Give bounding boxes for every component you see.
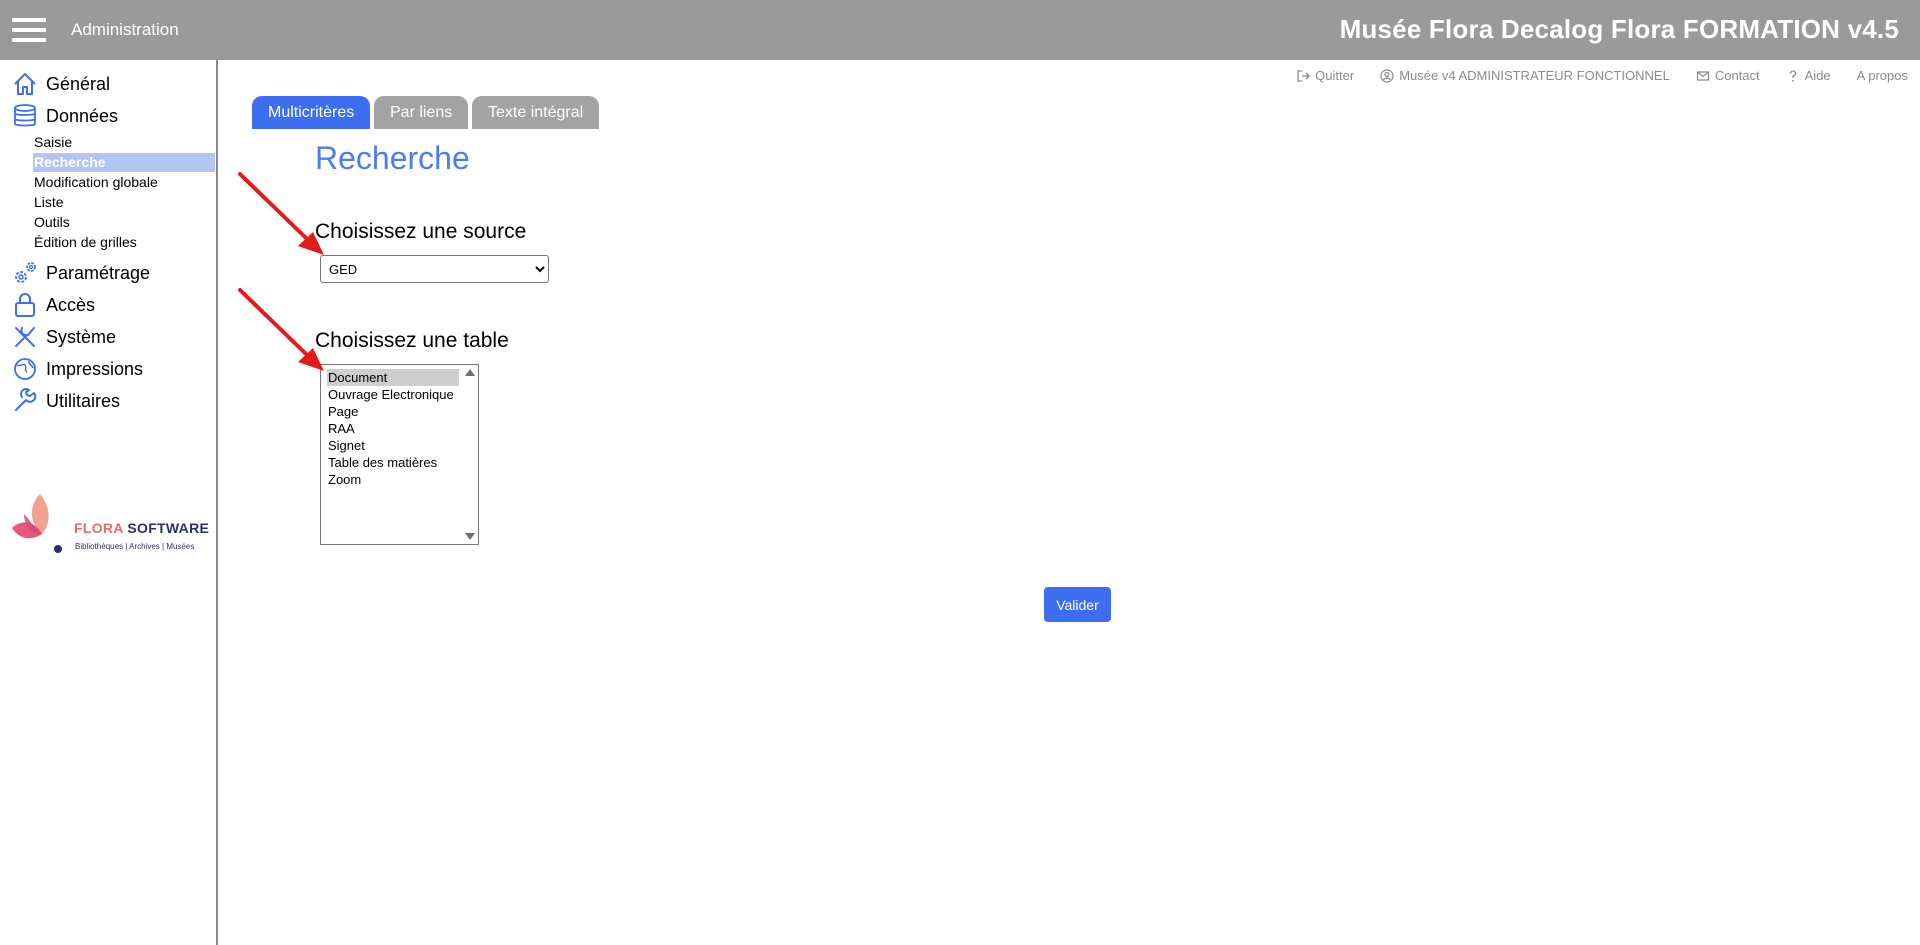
table-label: Choisissez une table bbox=[315, 329, 509, 352]
lock-icon bbox=[15, 293, 35, 317]
sidebar-item-utilitaires[interactable]: Utilitaires bbox=[12, 387, 120, 415]
sidebar-item-general[interactable]: Général bbox=[12, 70, 110, 98]
tab-texte-integral[interactable]: Texte intégral bbox=[472, 96, 600, 129]
sidebar-subitem-liste[interactable]: Liste bbox=[33, 193, 215, 212]
submit-button[interactable]: Valider bbox=[1044, 587, 1111, 622]
scroll-up-arrow-icon[interactable] bbox=[465, 369, 475, 376]
help-icon bbox=[1789, 69, 1796, 82]
app-title: Musée Flora Decalog Flora FORMATION v4.5 bbox=[1339, 14, 1899, 44]
home-icon bbox=[14, 73, 36, 95]
database-icon bbox=[14, 104, 36, 127]
tab-par-liens[interactable]: Par liens bbox=[374, 96, 469, 129]
sidebar-item-label: Utilitaires bbox=[46, 390, 121, 411]
sidebar-item-donnees[interactable]: Données bbox=[12, 102, 118, 130]
sidebar-subitem-edition-grilles[interactable]: Édition de grilles bbox=[33, 233, 215, 252]
user-icon bbox=[1380, 68, 1394, 83]
sidebar-item-label: Données bbox=[46, 105, 119, 126]
user-link[interactable]: Musée v4 ADMINISTRATEUR FONCTIONNEL bbox=[1380, 68, 1670, 83]
source-select[interactable]: GED bbox=[320, 255, 549, 283]
logo-brand: FLORA SOFTWARE bbox=[74, 520, 210, 536]
table-option-signet[interactable]: Signet bbox=[327, 437, 459, 454]
gears-icon bbox=[15, 262, 36, 283]
table-option-ouvrage-electronique[interactable]: Ouvrage Electronique bbox=[327, 386, 459, 403]
about-link[interactable]: A propos bbox=[1857, 68, 1908, 83]
annotation-arrow-icon bbox=[238, 172, 324, 255]
quit-link[interactable]: Quitter bbox=[1296, 68, 1354, 83]
utility-links: Quitter Musée v4 ADMINISTRATEUR FONCTION… bbox=[1296, 68, 1908, 83]
section-title: Administration bbox=[71, 20, 179, 39]
sidebar-item-label: Système bbox=[46, 326, 117, 347]
tab-multicriteres[interactable]: Multicritères bbox=[252, 96, 371, 129]
globe-icon bbox=[14, 358, 36, 380]
exit-icon bbox=[1297, 69, 1311, 82]
table-listbox[interactable]: Document Ouvrage Electronique Page RAA S… bbox=[320, 364, 479, 545]
sidebar-item-acces[interactable]: Accès bbox=[12, 291, 95, 319]
sidebar-item-label: Accès bbox=[46, 294, 96, 315]
wrench-icon bbox=[15, 388, 37, 411]
mail-icon bbox=[1696, 70, 1709, 81]
menu-icon[interactable] bbox=[12, 18, 46, 42]
table-option-page[interactable]: Page bbox=[327, 403, 459, 420]
table-option-document[interactable]: Document bbox=[327, 369, 459, 386]
sidebar-subitem-recherche[interactable]: Recherche bbox=[33, 153, 215, 172]
scroll-down-arrow-icon[interactable] bbox=[465, 533, 475, 540]
table-option-zoom[interactable]: Zoom bbox=[327, 471, 459, 488]
logo-tagline: Bibliothèques | Archives | Musées bbox=[75, 542, 195, 551]
table-option-table-des-matieres[interactable]: Table des matières bbox=[327, 454, 459, 471]
sidebar-item-parametrage[interactable]: Paramétrage bbox=[12, 259, 150, 287]
table-option-raa[interactable]: RAA bbox=[327, 420, 459, 437]
sidebar-item-impressions[interactable]: Impressions bbox=[12, 355, 143, 383]
sidebar-subitem-saisie[interactable]: Saisie bbox=[33, 133, 215, 152]
source-label: Choisissez une source bbox=[315, 220, 527, 243]
flora-software-logo: FLORA SOFTWARE Bibliothèques | Archives … bbox=[10, 492, 210, 554]
annotation-arrow-icon bbox=[238, 288, 324, 371]
flower-logo-icon bbox=[12, 494, 62, 553]
sidebar-item-systeme[interactable]: Système bbox=[12, 323, 116, 351]
sidebar: Général Données Saisie Recherche Modific… bbox=[0, 60, 218, 945]
top-bar: Administration Musée Flora Decalog Flora… bbox=[0, 0, 1920, 60]
sidebar-subitem-modification-globale[interactable]: Modification globale bbox=[33, 173, 215, 192]
sidebar-item-label: Paramétrage bbox=[46, 262, 151, 283]
contact-link[interactable]: Contact bbox=[1696, 68, 1760, 83]
sidebar-item-label: Général bbox=[46, 73, 111, 94]
sidebar-subitem-outils[interactable]: Outils bbox=[33, 213, 215, 232]
sidebar-item-label: Impressions bbox=[46, 358, 144, 379]
tools-icon bbox=[15, 327, 35, 347]
help-link[interactable]: Aide bbox=[1786, 68, 1831, 83]
